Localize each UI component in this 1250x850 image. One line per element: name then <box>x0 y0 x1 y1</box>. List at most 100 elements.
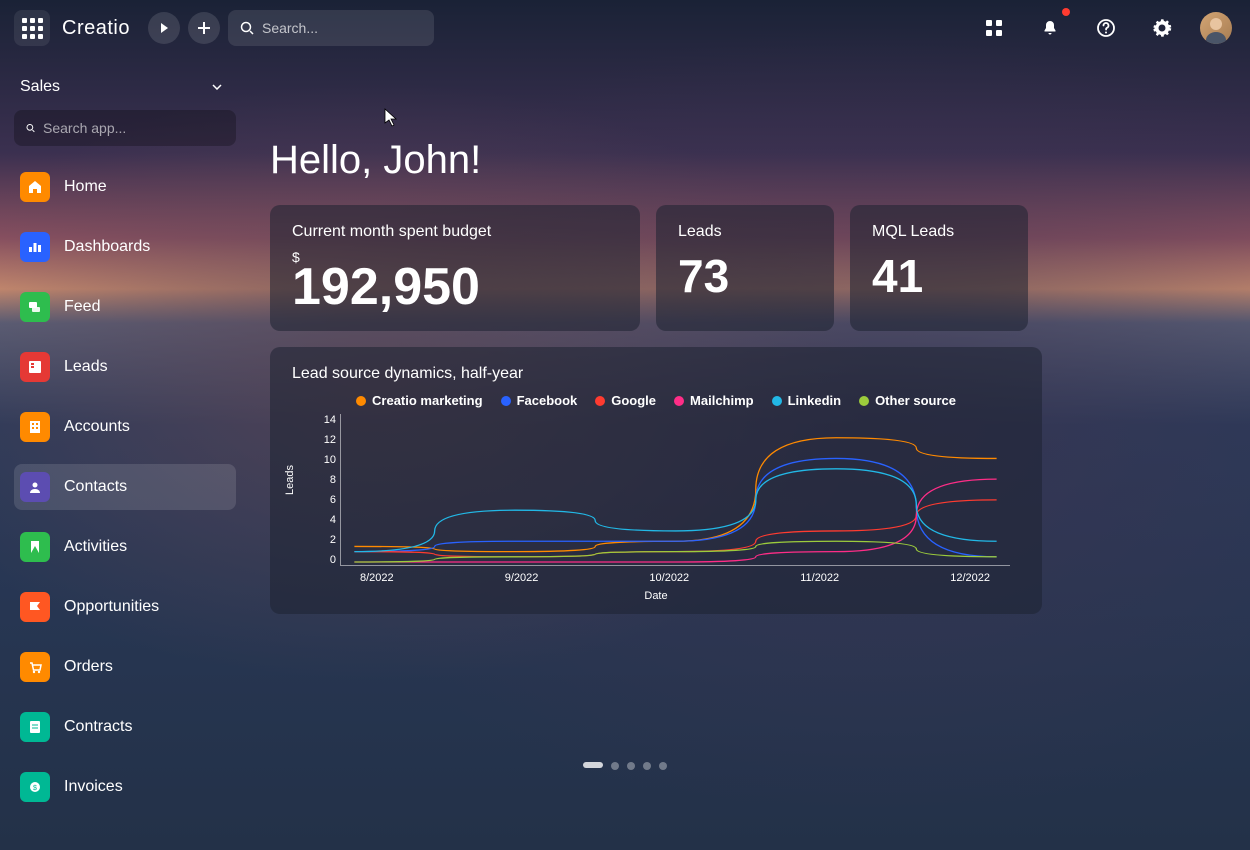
series-line <box>354 438 996 552</box>
x-tick: 9/2022 <box>505 572 539 584</box>
add-button[interactable] <box>188 12 220 44</box>
activities-icon <box>20 532 50 562</box>
sidebar-item-invoices[interactable]: $ Invoices <box>14 764 236 810</box>
apps-button[interactable] <box>976 10 1012 46</box>
pager-dot[interactable] <box>659 762 667 770</box>
kpi-title: Current month spent budget <box>292 223 618 241</box>
legend-label: Facebook <box>517 393 578 408</box>
y-tick: 8 <box>330 474 336 486</box>
dashboards-icon <box>20 232 50 262</box>
opportunities-icon <box>20 592 50 622</box>
series-line <box>354 479 996 562</box>
legend-dot <box>674 396 684 406</box>
legend-label: Mailchimp <box>690 393 754 408</box>
search-icon <box>240 21 254 35</box>
play-icon <box>158 22 170 34</box>
sidebar-item-orders[interactable]: Orders <box>14 644 236 690</box>
series-line <box>354 541 996 562</box>
series-line <box>354 500 996 557</box>
chart-plot <box>340 414 1010 566</box>
help-button[interactable] <box>1088 10 1124 46</box>
pager-dot[interactable] <box>611 762 619 770</box>
legend-dot <box>356 396 366 406</box>
series-line <box>354 469 996 552</box>
sidebar-item-label: Home <box>64 178 107 196</box>
global-search[interactable] <box>228 10 434 46</box>
invoices-icon: $ <box>20 772 50 802</box>
kpi-leads-card[interactable]: Leads 73 <box>656 205 834 331</box>
help-icon <box>1096 18 1116 38</box>
legend-dot <box>772 396 782 406</box>
kpi-row: Current month spent budget $ 192,950 Lea… <box>270 205 1210 331</box>
sidebar-item-label: Invoices <box>64 778 123 796</box>
sidebar-item-label: Orders <box>64 658 113 676</box>
legend-label: Linkedin <box>788 393 841 408</box>
global-search-input[interactable] <box>262 20 422 36</box>
sidebar-item-accounts[interactable]: Accounts <box>14 404 236 450</box>
legend-label: Creatio marketing <box>372 393 483 408</box>
search-icon <box>26 121 35 135</box>
user-avatar[interactable] <box>1200 12 1232 44</box>
legend-item[interactable]: Creatio marketing <box>356 393 483 408</box>
sidebar-item-home[interactable]: Home <box>14 164 236 210</box>
sidebar-item-label: Dashboards <box>64 238 150 256</box>
chart-legend: Creatio marketing Facebook Google Mailchimp… <box>292 393 1020 408</box>
kpi-budget-card[interactable]: Current month spent budget $ 192,950 <box>270 205 640 331</box>
x-axis-label: Date <box>644 590 667 602</box>
sidebar-item-opportunities[interactable]: Opportunities <box>14 584 236 630</box>
play-button[interactable] <box>148 12 180 44</box>
sidebar-item-leads[interactable]: Leads <box>14 344 236 390</box>
pager-dot[interactable] <box>583 762 603 768</box>
legend-item[interactable]: Linkedin <box>772 393 841 408</box>
y-tick: 4 <box>330 514 336 526</box>
gear-icon <box>1152 18 1172 38</box>
feed-icon <box>20 292 50 322</box>
chart-frame: Leads 14121086420 8/20229/202210/202211/… <box>292 414 1020 594</box>
sidebar-search[interactable] <box>14 110 236 146</box>
sidebar-item-label: Feed <box>64 298 100 316</box>
y-axis: 14121086420 <box>316 414 336 566</box>
chart-title: Lead source dynamics, half-year <box>292 365 1020 383</box>
sidebar-item-dashboards[interactable]: Dashboards <box>14 224 236 270</box>
pager[interactable] <box>583 762 667 770</box>
greeting: Hello, John! <box>270 138 1210 183</box>
y-tick: 0 <box>330 554 336 566</box>
module-name: Sales <box>20 78 60 96</box>
y-tick: 10 <box>324 454 336 466</box>
y-tick: 6 <box>330 494 336 506</box>
sidebar-item-activities[interactable]: Activities <box>14 524 236 570</box>
topbar: Creatio <box>0 0 1250 56</box>
legend-item[interactable]: Google <box>595 393 656 408</box>
sidebar: Sales Home Dashboards Feed Leads Accounts Con… <box>0 56 250 850</box>
sidebar-item-contacts[interactable]: Contacts <box>14 464 236 510</box>
legend-item[interactable]: Facebook <box>501 393 578 408</box>
sidebar-item-label: Activities <box>64 538 127 556</box>
navigation: Home Dashboards Feed Leads Accounts Contacts A… <box>14 164 236 810</box>
sidebar-item-contracts[interactable]: Contracts <box>14 704 236 750</box>
x-tick: 12/2022 <box>950 572 990 584</box>
legend-item[interactable]: Other source <box>859 393 956 408</box>
legend-dot <box>859 396 869 406</box>
pager-dot[interactable] <box>643 762 651 770</box>
chart-card: Lead source dynamics, half-year Creatio … <box>270 347 1042 614</box>
settings-button[interactable] <box>1144 10 1180 46</box>
legend-label: Other source <box>875 393 956 408</box>
y-tick: 14 <box>324 414 336 426</box>
legend-item[interactable]: Mailchimp <box>674 393 754 408</box>
x-axis: 8/20229/202210/202211/202212/2022 <box>340 572 1010 584</box>
kpi-value: 192,950 <box>292 261 618 313</box>
pager-dot[interactable] <box>627 762 635 770</box>
legend-dot <box>501 396 511 406</box>
module-selector[interactable]: Sales <box>20 78 230 96</box>
legend-label: Google <box>611 393 656 408</box>
series-line <box>354 458 996 556</box>
x-tick: 8/2022 <box>360 572 394 584</box>
app-launcher-button[interactable] <box>14 10 50 46</box>
sidebar-search-input[interactable] <box>43 120 224 136</box>
notifications-button[interactable] <box>1032 10 1068 46</box>
sidebar-item-feed[interactable]: Feed <box>14 284 236 330</box>
y-tick: 2 <box>330 534 336 546</box>
sidebar-item-label: Opportunities <box>64 598 159 616</box>
kpi-mql-card[interactable]: MQL Leads 41 <box>850 205 1028 331</box>
leads-icon <box>20 352 50 382</box>
